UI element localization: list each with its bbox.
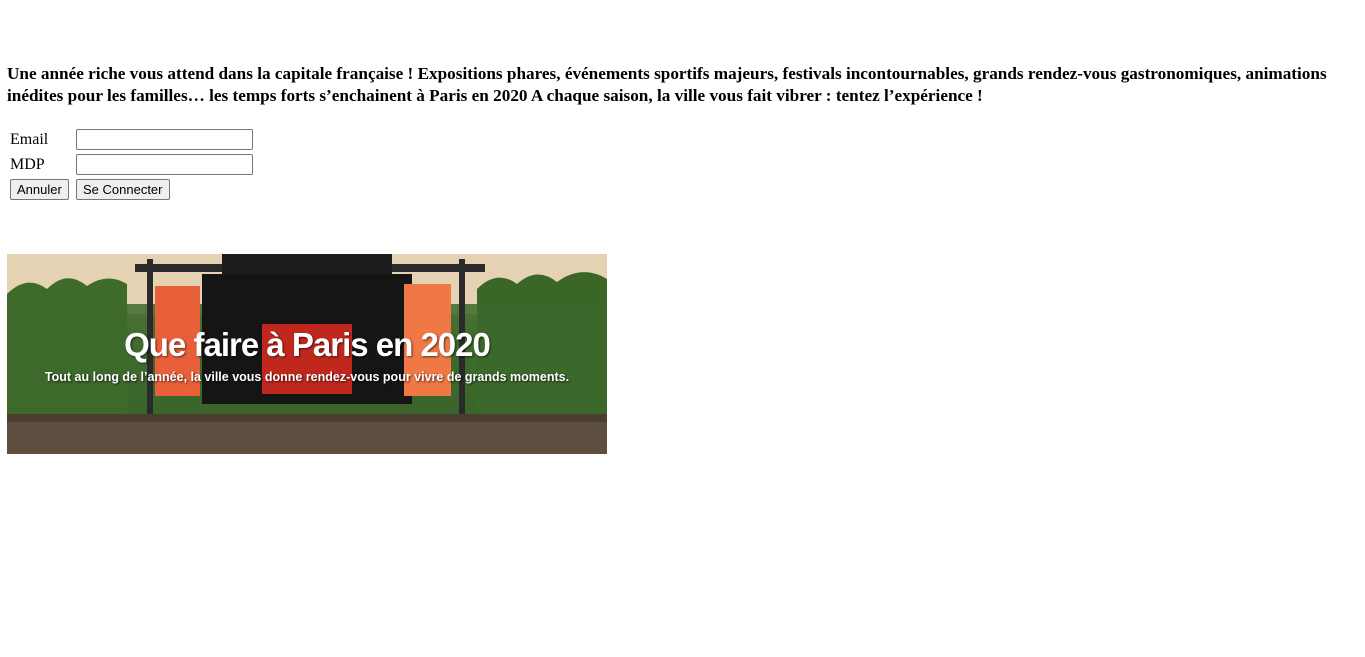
banner-title: Que faire à Paris en 2020 xyxy=(124,326,491,363)
cancel-cell: Annuler xyxy=(9,178,73,201)
banner-subtitle: Tout au long de l’année, la ville vous d… xyxy=(44,370,570,384)
submit-cell: Se Connecter xyxy=(75,178,254,201)
password-field[interactable] xyxy=(76,154,253,175)
login-table: Email MDP Annuler Se Connecter xyxy=(7,126,256,203)
email-label: Email xyxy=(10,130,49,148)
login-form: Email MDP Annuler Se Connecter xyxy=(7,126,256,203)
intro-paragraph: Une année riche vous attend dans la capi… xyxy=(7,64,1327,105)
login-button[interactable]: Se Connecter xyxy=(76,179,170,200)
email-row: Email xyxy=(9,128,254,151)
password-row: MDP xyxy=(9,153,254,176)
email-cell xyxy=(75,128,254,151)
password-cell xyxy=(75,153,254,176)
paris-2020-banner: Que faire à Paris en 2020 Tout au long d… xyxy=(7,254,607,454)
buttons-row: Annuler Se Connecter xyxy=(9,178,254,201)
password-label: MDP xyxy=(10,155,45,173)
email-field[interactable] xyxy=(76,129,253,150)
cancel-button[interactable]: Annuler xyxy=(10,179,69,200)
